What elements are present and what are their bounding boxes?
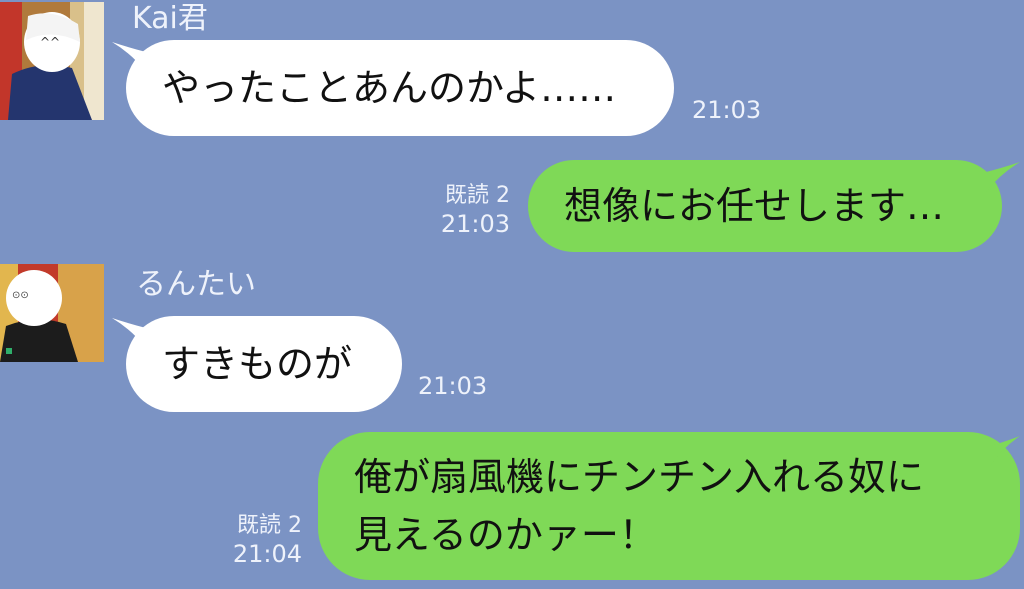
message-text: やったことあんのかよ…… [162,66,617,110]
sender-avatar[interactable]: ⊙⊙ [0,264,104,362]
bubble-tail [990,436,1020,466]
sender-avatar[interactable]: ^^ [0,2,104,120]
sender-name: Kai君 [132,1,208,36]
bubble-tail [986,162,1020,192]
message-bubble[interactable]: 想像にお任せします… [528,160,1002,252]
message-time: 21:03 [418,372,488,400]
read-receipt: 既読 2 [445,183,510,208]
message-meta: 既読 2 21:04 [206,512,302,568]
message-time: 21:03 [440,210,510,238]
message-line: 俺が扇風機にチンチン入れる奴に [354,455,925,499]
message-text: 俺が扇風機にチンチン入れる奴に 見えるのかァー！ [354,448,924,564]
sender-name: るんたい [136,267,256,302]
svg-text:⊙⊙: ⊙⊙ [12,290,29,301]
contact-photo-icon: ⊙⊙ [0,264,104,362]
read-receipt: 既読 2 [237,513,302,538]
message-line: 見えるのかァー！ [354,513,657,557]
message-meta: 21:03 [418,372,487,400]
contact-photo-icon: ^^ [0,2,104,120]
message-text: 想像にお任せします… [564,184,945,228]
message-meta: 21:03 [692,96,761,124]
message-bubble[interactable]: 俺が扇風機にチンチン入れる奴に 見えるのかァー！ [318,432,1020,580]
svg-text:^^: ^^ [40,35,60,49]
message-bubble[interactable]: すきものが [126,316,402,412]
message-text: すきものが [162,342,353,386]
message-bubble[interactable]: やったことあんのかよ…… [126,40,674,136]
message-meta: 既読 2 21:03 [420,182,510,238]
message-time: 21:04 [232,540,302,568]
message-time: 21:03 [692,96,762,124]
